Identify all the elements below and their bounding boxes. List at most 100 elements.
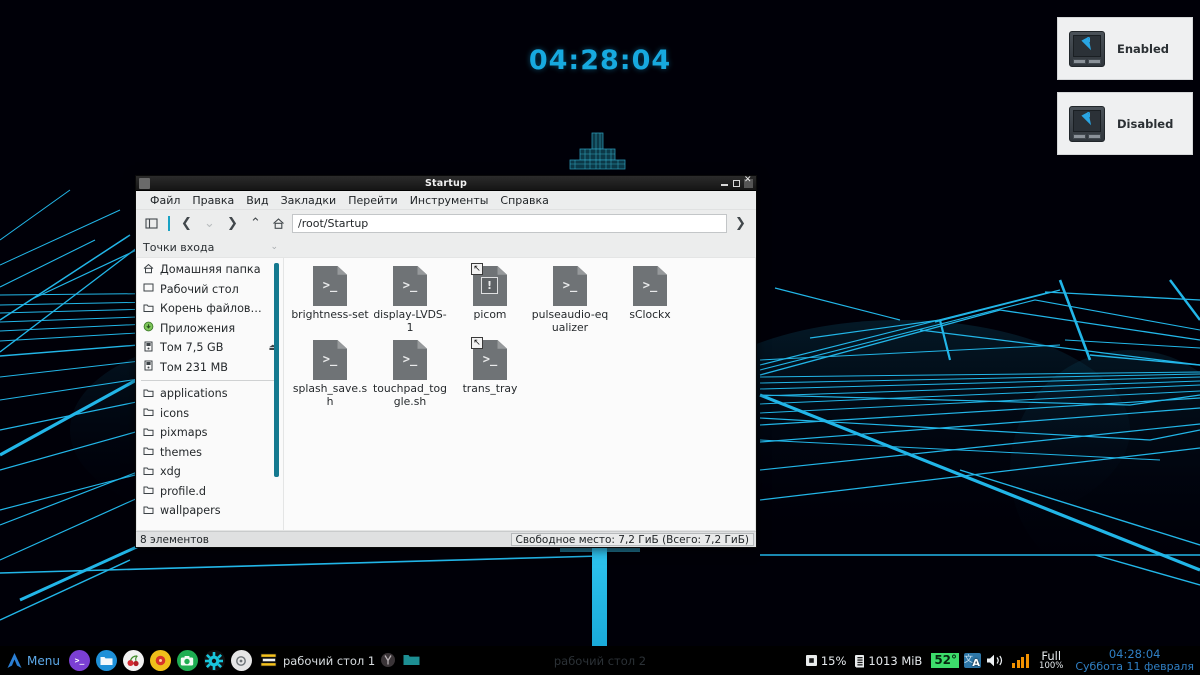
cpu-value: 15% bbox=[820, 653, 847, 668]
config-file-icon: ! ↖ bbox=[471, 263, 507, 306]
file-grid: >_ brightness-set >_ display-LVDS-1 ! ↖ … bbox=[284, 258, 755, 414]
sidebar-item-volume-231mb[interactable]: Том 231 MB bbox=[137, 358, 283, 378]
panel-clock[interactable]: 04:28:04 Суббота 11 февраля bbox=[1075, 648, 1194, 673]
sidebar-list[interactable]: Домашняя папка Рабочий стол Корень файло… bbox=[136, 257, 284, 531]
sidebar-item-profile-d[interactable]: profile.d bbox=[137, 482, 283, 502]
media-icon bbox=[155, 655, 166, 666]
toolbar-separator bbox=[168, 216, 170, 231]
terminal-glyph: >_ bbox=[642, 278, 658, 292]
menubar: Файл Правка Вид Закладки Перейти Инструм… bbox=[136, 191, 756, 210]
notification-touchpad-enabled[interactable]: Enabled bbox=[1057, 17, 1193, 80]
sidebar-header-label: Точки входа bbox=[143, 240, 215, 254]
sidebar-item-applications-bookmark[interactable]: applications bbox=[137, 384, 283, 404]
task-label[interactable]: рабочий стол 1 bbox=[283, 654, 375, 668]
notification-touchpad-disabled[interactable]: Disabled bbox=[1057, 92, 1193, 155]
touchpad-icon bbox=[1069, 105, 1105, 142]
ram-icon bbox=[855, 654, 865, 667]
terminal-glyph: >_ bbox=[74, 656, 85, 665]
close-icon[interactable] bbox=[744, 176, 753, 188]
up-button[interactable]: ⌃ bbox=[246, 214, 265, 233]
sidebar-item-label: Рабочий стол bbox=[160, 282, 239, 296]
terminal-launcher[interactable]: >_ bbox=[68, 650, 90, 671]
window-stack-icon[interactable] bbox=[260, 652, 278, 670]
sidebar-item-wallpapers[interactable]: wallpapers bbox=[137, 501, 283, 521]
home-icon[interactable] bbox=[269, 214, 288, 233]
ram-monitor[interactable]: 1013 MiB bbox=[855, 654, 922, 668]
go-button[interactable]: ❯ bbox=[731, 214, 750, 233]
file-item[interactable]: >_ pulseaudio-equalizer bbox=[530, 266, 610, 334]
battery-indicator[interactable]: Full 100% bbox=[1039, 650, 1063, 671]
cpu-icon bbox=[805, 655, 817, 666]
file-item[interactable]: >_ brightness-set bbox=[290, 266, 370, 334]
gear-launcher[interactable] bbox=[230, 650, 252, 671]
file-item[interactable]: >_ touchpad_toggle.sh bbox=[370, 340, 450, 408]
item-count: 8 элементов bbox=[140, 533, 209, 546]
file-item[interactable]: >_ splash_save.sh bbox=[290, 340, 370, 408]
sidebar-item-themes[interactable]: themes bbox=[137, 443, 283, 463]
sidebar-item-volume-7_5gb[interactable]: Том 7,5 GB ⏏ bbox=[137, 338, 283, 358]
menu-button[interactable]: Menu bbox=[4, 652, 66, 669]
chevron-down-icon[interactable]: ⌄ bbox=[270, 242, 278, 252]
folder-icon bbox=[142, 445, 155, 459]
maximize-icon[interactable] bbox=[732, 179, 741, 188]
file-item[interactable]: >_ display-LVDS-1 bbox=[370, 266, 450, 334]
signal-icon[interactable] bbox=[1012, 653, 1029, 668]
folder-tray-icon[interactable] bbox=[403, 652, 421, 670]
sidebar-item-home[interactable]: Домашняя папка bbox=[137, 260, 283, 280]
cherrytree-launcher[interactable] bbox=[122, 650, 144, 671]
folder-icon bbox=[142, 387, 155, 401]
arch-logo-icon bbox=[6, 652, 23, 669]
notification-text: Disabled bbox=[1117, 116, 1174, 131]
menu-go[interactable]: Перейти bbox=[342, 193, 404, 208]
menu-help[interactable]: Справка bbox=[494, 193, 554, 208]
keyboard-layout-icon[interactable] bbox=[964, 652, 982, 669]
terminal-glyph: >_ bbox=[482, 352, 498, 366]
sidebar-item-label: applications bbox=[160, 387, 228, 401]
volume-icon[interactable] bbox=[986, 653, 1006, 668]
sidebar-scrollbar[interactable] bbox=[274, 263, 279, 477]
file-list-view[interactable]: >_ brightness-set >_ display-LVDS-1 ! ↖ … bbox=[284, 257, 756, 531]
sidebar-item-desktop[interactable]: Рабочий стол bbox=[137, 280, 283, 300]
notification-text: Enabled bbox=[1117, 41, 1170, 56]
file-name: sClockx bbox=[629, 308, 671, 321]
sidebar-divider bbox=[141, 380, 277, 381]
sidebar-header[interactable]: Точки входа ⌄ bbox=[136, 237, 284, 257]
ram-value: 1013 MiB bbox=[868, 653, 923, 668]
back-button[interactable]: ❮ bbox=[177, 214, 196, 233]
menu-bookmarks[interactable]: Закладки bbox=[275, 193, 343, 208]
desktop[interactable]: 04:28:04 Enabled Disabled Startup ✕ Файл… bbox=[0, 0, 1200, 675]
battery-percent: 100% bbox=[1039, 661, 1064, 672]
yandex-tray-icon[interactable] bbox=[380, 652, 398, 670]
minimize-icon[interactable] bbox=[720, 179, 729, 188]
menu-view[interactable]: Вид bbox=[240, 193, 274, 208]
file-name: splash_save.sh bbox=[292, 382, 368, 408]
media-launcher[interactable] bbox=[149, 650, 171, 671]
sidebar-item-applications[interactable]: Приложения bbox=[137, 319, 283, 339]
temperature-badge[interactable]: 52° bbox=[931, 653, 960, 668]
menu-tools[interactable]: Инструменты bbox=[404, 193, 495, 208]
sidebar-item-xdg[interactable]: xdg bbox=[137, 462, 283, 482]
path-input[interactable]: /root/Startup bbox=[292, 214, 727, 233]
history-dropdown-icon[interactable]: ⌄ bbox=[200, 214, 219, 233]
sidebar-item-filesystem[interactable]: Корень файлов… bbox=[137, 299, 283, 319]
menu-file[interactable]: Файл bbox=[144, 193, 186, 208]
file-item[interactable]: >_ ↖ trans_tray bbox=[450, 337, 530, 408]
screenshot-launcher[interactable] bbox=[176, 650, 198, 671]
sidebar-item-icons[interactable]: icons bbox=[137, 404, 283, 424]
file-manager-launcher[interactable] bbox=[95, 650, 117, 671]
folder-icon bbox=[142, 504, 155, 518]
window-titlebar[interactable]: Startup bbox=[136, 176, 756, 191]
file-item[interactable]: ! ↖ picom bbox=[450, 263, 530, 334]
cpu-monitor[interactable]: 15% bbox=[805, 653, 847, 668]
window-controls bbox=[720, 176, 753, 188]
sidebar-item-pixmaps[interactable]: pixmaps bbox=[137, 423, 283, 443]
sidebar-toggle-icon[interactable] bbox=[142, 214, 161, 233]
settings-launcher[interactable] bbox=[203, 650, 225, 671]
file-manager-window[interactable]: Startup Файл Правка Вид Закладки Перейти… bbox=[135, 175, 757, 548]
clock-date: Суббота 11 февраля bbox=[1075, 659, 1194, 673]
sidebar-item-label: Приложения bbox=[160, 321, 236, 335]
file-item[interactable]: >_ sClockx bbox=[610, 266, 690, 334]
forward-button[interactable]: ❯ bbox=[223, 214, 242, 233]
menu-edit[interactable]: Правка bbox=[186, 193, 240, 208]
drive-icon bbox=[142, 360, 155, 374]
